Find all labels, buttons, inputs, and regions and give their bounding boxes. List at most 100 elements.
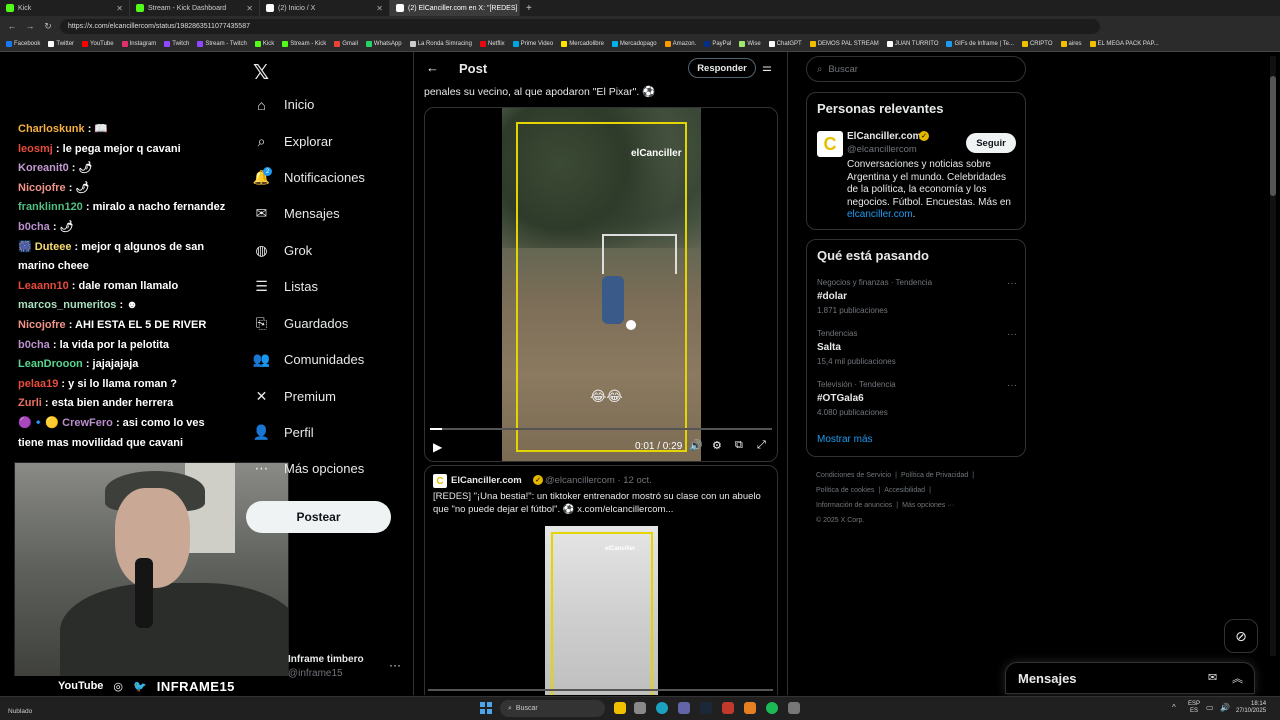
nav-item-explorar[interactable]: ⌕ Explorar: [253, 133, 333, 150]
chevron-up-icon[interactable]: ︽: [1232, 670, 1243, 686]
chevron-up-icon[interactable]: ^: [1172, 703, 1176, 712]
bookmark-item[interactable]: ChatGPT: [768, 40, 802, 47]
video-player[interactable]: elCanciller 😂😂 ▶ 0:01 / 0:29 🔊 ⚙ ⧉ ⤢: [424, 107, 778, 462]
bookmark-item[interactable]: PayPal: [704, 40, 731, 47]
account-switcher[interactable]: Inframe timbero @inframe15: [288, 654, 364, 679]
trend-item[interactable]: Tendencias Salta 15,4 mil publicaciones ···: [817, 329, 1017, 366]
follow-button[interactable]: Seguir: [966, 133, 1016, 153]
nav-item-comunidades[interactable]: 👥 Comunidades: [253, 351, 364, 368]
nav-item-premium[interactable]: ✕ Premium: [253, 388, 336, 405]
nav-item-listas[interactable]: ☰ Listas: [253, 278, 318, 295]
steam-icon[interactable]: [700, 702, 712, 714]
footer-link[interactable]: Política de cookies: [816, 487, 874, 494]
app-icon[interactable]: [722, 702, 734, 714]
play-icon[interactable]: ▶: [433, 440, 442, 454]
bookmark-item[interactable]: Facebook: [6, 40, 40, 47]
footer-link[interactable]: Más opciones ···: [902, 502, 954, 509]
more-icon[interactable]: ···: [1007, 329, 1017, 340]
bookmark-item[interactable]: Twitch: [164, 40, 189, 47]
windows-start-icon[interactable]: [480, 702, 492, 714]
volume-icon[interactable]: 🔊: [689, 439, 703, 452]
close-icon[interactable]: ✕: [246, 4, 253, 13]
trend-item[interactable]: Negocios y finanzas · Tendencia #dolar 1.8…: [817, 278, 1017, 315]
close-icon[interactable]: ✕: [116, 4, 123, 13]
bookmark-item[interactable]: Amazon.: [664, 40, 696, 47]
person-name[interactable]: ElCanciller.com: [847, 131, 921, 142]
bookmark-item[interactable]: Netflix: [479, 40, 505, 47]
bookmark-item[interactable]: EL MEGA PACK PAP...: [1089, 40, 1159, 47]
nav-item-grok[interactable]: ◍ Grok: [253, 242, 312, 259]
video-frame[interactable]: [502, 108, 701, 461]
nav-item-guardados[interactable]: ⎘ Guardados: [253, 315, 348, 332]
page-scrollbar[interactable]: [1270, 56, 1276, 656]
quote-image[interactable]: elCanciller: [545, 526, 658, 695]
app-icon[interactable]: [744, 702, 756, 714]
tab-1[interactable]: Stream - Kick Dashboard ✕: [130, 0, 260, 16]
video-progress-bar[interactable]: [430, 428, 772, 430]
avatar[interactable]: C: [817, 131, 843, 157]
more-icon[interactable]: ···: [1007, 380, 1017, 391]
tab-2[interactable]: (2) Inicio / X ✕: [260, 0, 390, 16]
url-field[interactable]: https://x.com/elcancillercom/status/1982…: [60, 18, 1100, 34]
footer-link[interactable]: Accesibilidad: [884, 487, 925, 494]
volume-icon[interactable]: 🔊: [1220, 703, 1230, 712]
show-more-link[interactable]: Mostrar más: [817, 434, 873, 445]
taskbar-search[interactable]: ⌕ Buscar: [500, 700, 605, 717]
bookmark-item[interactable]: JUAN TURRITO: [886, 40, 938, 47]
clock[interactable]: 18:14 27/10/2025: [1236, 701, 1266, 715]
bookmark-item[interactable]: WhatsApp: [365, 40, 402, 47]
nav-item-m-s-opciones[interactable]: ⋯ Más opciones: [253, 460, 365, 477]
footer-link[interactable]: Condiciones de Servicio: [816, 472, 891, 479]
bookmark-item[interactable]: Instagram: [121, 40, 156, 47]
compose-message-icon[interactable]: ✉: [1208, 671, 1217, 684]
footer-link[interactable]: Política de Privacidad: [901, 472, 968, 479]
bookmark-item[interactable]: CRIPTO: [1021, 40, 1053, 47]
back-icon[interactable]: ←: [6, 21, 18, 31]
post-button[interactable]: Postear: [246, 501, 391, 533]
quoted-post[interactable]: C ElCanciller.com ✓ @elcancillercom · 12…: [424, 465, 778, 695]
bookmark-item[interactable]: Gmail: [334, 40, 358, 47]
avatar[interactable]: C: [433, 474, 447, 488]
edge-icon[interactable]: [656, 702, 668, 714]
bookmark-item[interactable]: Stream - Kick: [282, 40, 326, 47]
bookmark-item[interactable]: Twitter: [48, 40, 74, 47]
bookmark-item[interactable]: Prime Video: [512, 40, 553, 47]
pip-icon[interactable]: ⧉: [735, 439, 743, 452]
reload-icon[interactable]: ↻: [42, 21, 54, 32]
bookmark-item[interactable]: YouTube: [82, 40, 114, 47]
bookmark-item[interactable]: DEMOS PAL STREAM: [809, 40, 879, 47]
quote-author-name[interactable]: ElCanciller.com: [451, 475, 522, 486]
language-indicator[interactable]: ESP ES: [1188, 701, 1200, 715]
tab-0[interactable]: Kick ✕: [0, 0, 130, 16]
spotify-icon[interactable]: [766, 702, 778, 714]
weather-widget[interactable]: Nublado: [8, 708, 32, 715]
new-tab-icon[interactable]: +: [526, 3, 532, 14]
back-arrow-icon[interactable]: ←: [426, 60, 439, 75]
forward-icon[interactable]: →: [24, 21, 36, 31]
reply-button[interactable]: Responder: [688, 58, 756, 78]
bookmark-item[interactable]: Stream - Twitch: [197, 40, 247, 47]
bookmark-item[interactable]: Mercadolibre: [561, 40, 604, 47]
app-icon[interactable]: [788, 702, 800, 714]
network-icon[interactable]: ▭: [1206, 703, 1214, 712]
more-icon[interactable]: ···: [1007, 278, 1017, 289]
bookmark-item[interactable]: Wise: [739, 40, 761, 47]
messages-dock[interactable]: Mensajes ✉ ︽: [1005, 662, 1255, 694]
close-icon[interactable]: ✕: [376, 4, 383, 13]
bookmark-item[interactable]: aires: [1060, 40, 1082, 47]
bookmark-item[interactable]: Mercadopago: [611, 40, 657, 47]
file-explorer-icon[interactable]: [614, 702, 626, 714]
bio-link[interactable]: elcanciller.com: [847, 209, 913, 220]
nav-item-notificaciones[interactable]: 🔔 Notificaciones 2: [253, 167, 365, 186]
bookmark-item[interactable]: La Ronda Simracing: [409, 40, 472, 47]
x-logo-icon[interactable]: 𝕏: [253, 60, 269, 85]
task-view-icon[interactable]: [634, 702, 646, 714]
more-icon[interactable]: ···: [389, 658, 401, 672]
nav-item-mensajes[interactable]: ✉ Mensajes: [253, 205, 340, 222]
teams-icon[interactable]: [678, 702, 690, 714]
trend-item[interactable]: Televisión · Tendencia #OTGala6 4.080 publ…: [817, 380, 1017, 417]
grok-icon[interactable]: ⊘: [1224, 619, 1258, 653]
nav-item-perfil[interactable]: 👤 Perfil: [253, 424, 314, 441]
nav-item-inicio[interactable]: ⌂ Inicio: [253, 96, 314, 113]
settings-icon[interactable]: ⚙: [712, 439, 722, 452]
